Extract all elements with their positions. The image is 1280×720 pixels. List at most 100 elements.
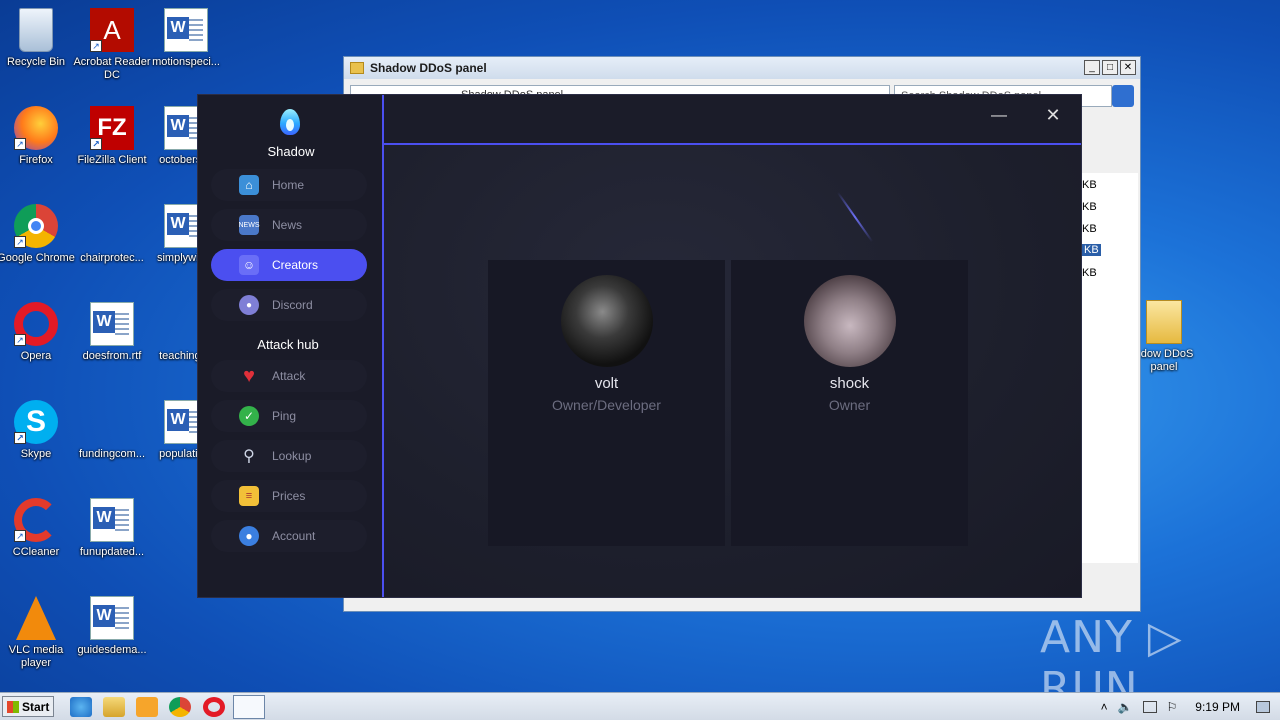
explorer-titlebar[interactable]: Shadow DDoS panel [344,57,1140,79]
ccleaner-icon: ↗ [14,498,58,542]
desktop-icon-firefox[interactable]: ↗ Firefox [0,106,76,167]
desktop-icon-motionspeci[interactable]: motionspeci... [146,8,226,69]
close-button[interactable]: ✕ [1120,60,1136,75]
folder-icon [1146,300,1182,344]
desktop-icon-label: chairprotec... [80,252,144,264]
chrome-icon[interactable] [169,697,191,717]
shadow-app-window[interactable]: Shadow ⌂ Home NEWS News ☺ Creators ● Dis… [197,94,1082,598]
explorer-window-buttons: _ □ ✕ [1084,60,1136,75]
desktop-icon-funupdated[interactable]: funupdated... [72,498,152,559]
file-size-selected: KB [1082,244,1101,256]
sidebar-item-account[interactable]: ● Account [211,520,367,552]
opera-icon[interactable] [203,697,225,717]
blank-file-icon [90,400,134,444]
file-size: KB [1082,201,1097,213]
app-topbar[interactable]: — ✕ [384,95,1081,143]
check-icon: ✓ [239,406,259,426]
decorative-streak [836,191,874,243]
sidebar-item-label: Discord [272,298,313,312]
word-document-icon [90,302,134,346]
avatar [803,275,896,367]
sidebar-item-news[interactable]: NEWS News [211,209,367,241]
sidebar-item-label: Prices [272,489,306,503]
search-icon[interactable] [1112,85,1134,107]
avatar [560,275,653,367]
firefox-icon: ↗ [14,106,58,150]
sidebar-item-label: Attack [272,369,306,383]
speaker-icon[interactable]: 🔈 [1118,700,1133,714]
minimize-icon[interactable]: — [989,107,1009,125]
creators-panel: volt Owner/Developer shock Owner [384,145,1081,597]
sidebar-item-ping[interactable]: ✓ Ping [211,400,367,432]
news-icon: NEWS [239,215,260,235]
desktop-icon-opera[interactable]: ↗ Opera [0,302,76,363]
creator-name: shock [829,375,870,392]
taskbar: Start ˄ 🔈 ⚐ 9:19 PM [0,692,1280,720]
desktop-icon-vlc[interactable]: VLC media player [0,596,76,670]
close-icon[interactable]: ✕ [1043,105,1063,126]
vlc-icon [16,596,56,640]
network-icon[interactable] [1142,701,1157,713]
start-button[interactable]: Start [2,696,54,717]
desktop-icon-label: motionspeci... [152,56,220,68]
desktop-icon-label: FileZilla Client [77,154,147,166]
maximize-button[interactable]: □ [1102,60,1118,75]
filezilla-icon: FZ ↗ [90,106,134,150]
internet-explorer-icon[interactable] [70,697,92,717]
desktop-icon-label: guidesdema... [77,644,147,656]
desktop-icon-recycle-bin[interactable]: Recycle Bin [0,8,76,69]
desktop-icon-fundingcom[interactable]: fundingcom... [72,400,152,461]
desktop-icon-label: doesfrom.rtf [82,350,142,362]
clock[interactable]: 9:19 PM [1195,700,1240,714]
desktop-icon-skype[interactable]: S ↗ Skype [0,400,76,461]
opera-icon: ↗ [14,302,58,346]
desktop-icon-label: adow DDoS panel [1134,348,1194,373]
word-document-icon [90,498,134,542]
desktop-icon-chairprotec[interactable]: chairprotec... [72,204,152,265]
creator-name: volt [594,375,619,392]
section-title: Attack hub [257,337,319,352]
chrome-icon: ↗ [14,204,58,248]
brand-name: Shadow [267,144,315,159]
desktop-icon-guidesdema[interactable]: guidesdema... [72,596,152,657]
desktop-icon-ccleaner[interactable]: ↗ CCleaner [0,498,76,559]
heart-icon: ♥ [243,364,255,387]
sidebar-item-creators[interactable]: ☺ Creators [211,249,367,281]
desktop-icon-label: Acrobat Reader DC [73,56,151,81]
sidebar-item-lookup[interactable]: ⚲ Lookup [211,440,367,472]
chevron-up-icon[interactable]: ˄ [1101,700,1108,714]
sidebar-item-prices[interactable]: ≡ Prices [211,480,367,512]
sidebar-item-attack[interactable]: ♥ Attack [211,360,367,392]
explorer-title: Shadow DDoS panel [370,61,487,75]
magnifier-icon: ⚲ [243,448,255,465]
sidebar-item-label: Account [272,529,316,543]
sidebar-item-discord[interactable]: ● Discord [211,289,367,321]
sidebar-item-label: Lookup [272,449,312,463]
desktop-icon-chrome[interactable]: ↗ Google Chrome [0,204,76,265]
folder-icon [350,62,364,74]
media-player-icon[interactable] [136,697,158,717]
desktop-icon-label: CCleaner [12,546,60,558]
flame-icon [277,101,303,135]
desktop-icon-label: VLC media player [8,644,64,669]
skype-icon: S ↗ [14,400,58,444]
desktop-icon-acrobat[interactable]: A ↗ Acrobat Reader DC [72,8,152,82]
desktop-icon-label: Skype [20,448,52,460]
desktop-icon-doesfrom[interactable]: doesfrom.rtf [72,302,152,363]
shadow-taskbar-button[interactable] [233,695,265,719]
desktop-icon-label: Recycle Bin [6,56,66,68]
home-icon: ⌂ [239,175,259,195]
flag-icon[interactable]: ⚐ [1167,700,1178,714]
sidebar-item-home[interactable]: ⌂ Home [211,169,367,201]
creators-icon: ☺ [239,255,259,275]
desktop-icon-filezilla[interactable]: FZ ↗ FileZilla Client [72,106,152,167]
desktop-icon-label: Opera [20,350,52,362]
system-tray: ˄ 🔈 ⚐ 9:19 PM [1101,693,1280,720]
folder-icon[interactable] [103,697,125,717]
acrobat-icon: A ↗ [90,8,134,52]
minimize-button[interactable]: _ [1084,60,1100,75]
desktop-icon-label: fundingcom... [78,448,146,460]
show-desktop-icon[interactable] [1256,701,1270,713]
word-document-icon [90,596,134,640]
desktop-icon-label: funupdated... [79,546,145,558]
